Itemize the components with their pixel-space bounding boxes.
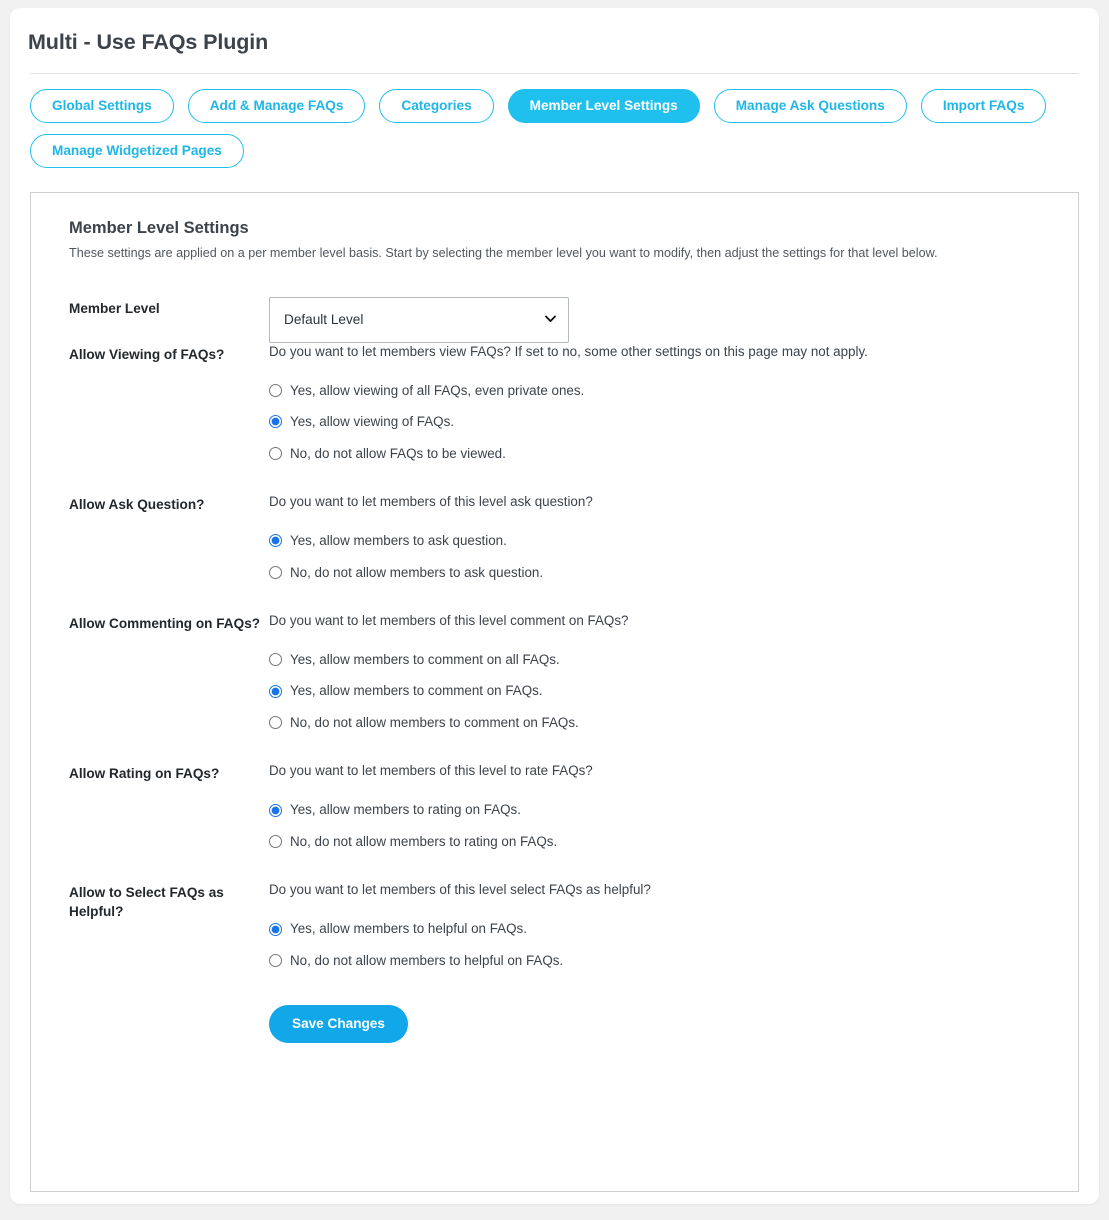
save-row: Save Changes xyxy=(69,1005,1044,1044)
radio-label[interactable]: Yes, allow viewing of FAQs. xyxy=(290,413,454,430)
radio-label[interactable]: Yes, allow viewing of all FAQs, even pri… xyxy=(290,382,584,399)
radio-option[interactable]: Yes, allow members to comment on FAQs. xyxy=(269,682,1044,699)
setting-row: Allow to Select FAQs as Helpful? Do you w… xyxy=(69,881,1044,969)
radio-option[interactable]: Yes, allow members to rating on FAQs. xyxy=(269,801,1044,818)
save-button[interactable]: Save Changes xyxy=(269,1005,408,1044)
radio-input[interactable] xyxy=(269,383,282,397)
tab-manage-ask-questions[interactable]: Manage Ask Questions xyxy=(713,89,907,123)
radio-group: Yes, allow members to helpful on FAQs. No… xyxy=(269,920,1044,969)
tab-import-faqs[interactable]: Import FAQs xyxy=(920,89,1047,123)
radio-label[interactable]: Yes, allow members to comment on all FAQ… xyxy=(290,651,560,668)
radio-label[interactable]: Yes, allow members to comment on FAQs. xyxy=(290,682,543,699)
member-level-label: Member Level xyxy=(69,300,160,316)
page-root: Multi - Use FAQs Plugin Global Settings A… xyxy=(0,0,1109,1220)
radio-label[interactable]: Yes, allow members to helpful on FAQs. xyxy=(290,920,527,937)
radio-label[interactable]: No, do not allow members to rating on FA… xyxy=(290,833,557,850)
radio-input[interactable] xyxy=(269,653,282,667)
panel-heading: Member Level Settings xyxy=(69,219,249,237)
radio-option[interactable]: No, do not allow FAQs to be viewed. xyxy=(269,445,1044,462)
setting-row: Allow Viewing of FAQs? Do you want to let… xyxy=(69,343,1044,462)
setting-body: Do you want to let members of this level… xyxy=(269,493,1044,581)
setting-row: Allow Commenting on FAQs? Do you want to … xyxy=(69,612,1044,731)
member-level-form: Member Level Default Level Allow Viewing… xyxy=(69,296,1044,1044)
radio-label[interactable]: No, do not allow FAQs to be viewed. xyxy=(290,445,506,462)
tab-add-manage-faqs[interactable]: Add & Manage FAQs xyxy=(187,89,366,123)
member-level-field: Default Level xyxy=(269,296,1044,343)
radio-input[interactable] xyxy=(269,415,282,429)
radio-input[interactable] xyxy=(269,835,282,848)
setting-description: Do you want to let members of this level… xyxy=(269,763,593,779)
radio-label[interactable]: No, do not allow members to comment on F… xyxy=(290,714,579,731)
tab-categories[interactable]: Categories xyxy=(379,89,494,123)
setting-label: Allow Commenting on FAQs? xyxy=(69,615,261,631)
settings-panel: Member Level Settings These settings are… xyxy=(30,192,1079,1192)
radio-group: Yes, allow members to rating on FAQs. No,… xyxy=(269,801,1044,850)
radio-label[interactable]: No, do not allow members to ask question… xyxy=(290,564,543,581)
setting-label: Allow Rating on FAQs? xyxy=(69,766,220,782)
radio-group: Yes, allow viewing of all FAQs, even pri… xyxy=(269,382,1044,462)
radio-option[interactable]: Yes, allow members to ask question. xyxy=(269,532,1044,549)
tab-bar: Global Settings Add & Manage FAQs Categori… xyxy=(10,74,1075,168)
tab-global-settings[interactable]: Global Settings xyxy=(30,89,174,123)
setting-description: Do you want to let members view FAQs? If… xyxy=(269,343,868,359)
member-level-row: Member Level Default Level xyxy=(69,296,1044,343)
setting-description: Do you want to let members of this level… xyxy=(269,882,651,898)
radio-input[interactable] xyxy=(269,716,282,730)
panel-description: These settings are applied on a per memb… xyxy=(69,246,938,260)
radio-group: Yes, allow members to comment on all FAQ… xyxy=(269,651,1044,731)
setting-label: Allow Viewing of FAQs? xyxy=(69,346,225,362)
radio-input[interactable] xyxy=(269,684,282,698)
setting-description: Do you want to let members of this level… xyxy=(269,493,593,509)
radio-input[interactable] xyxy=(269,534,282,548)
setting-row: Allow Rating on FAQs? Do you want to let … xyxy=(69,762,1044,850)
radio-option[interactable]: Yes, allow members to comment on all FAQ… xyxy=(269,651,1044,668)
radio-input[interactable] xyxy=(269,922,282,936)
radio-input[interactable] xyxy=(269,565,282,579)
setting-label: Allow to Select FAQs as Helpful? xyxy=(69,885,224,919)
radio-input[interactable] xyxy=(269,446,282,460)
radio-option[interactable]: No, do not allow members to helpful on F… xyxy=(269,952,1044,969)
setting-description: Do you want to let members of this level… xyxy=(269,612,629,628)
radio-label[interactable]: No, do not allow members to helpful on F… xyxy=(290,952,563,969)
setting-body: Do you want to let members of this level… xyxy=(269,612,1044,731)
setting-body: Do you want to let members of this level… xyxy=(269,762,1044,850)
setting-label: Allow Ask Question? xyxy=(69,496,205,512)
tab-manage-widgetized-pages[interactable]: Manage Widgetized Pages xyxy=(30,134,244,168)
setting-body: Do you want to let members of this level… xyxy=(269,881,1044,969)
radio-option[interactable]: Yes, allow viewing of FAQs. xyxy=(269,413,1044,430)
member-level-select[interactable]: Default Level xyxy=(269,296,569,343)
radio-group: Yes, allow members to ask question. No, d… xyxy=(269,532,1044,581)
radio-option[interactable]: No, do not allow members to rating on FA… xyxy=(269,833,1044,850)
setting-body: Do you want to let members view FAQs? If… xyxy=(269,343,1044,462)
plugin-card: Multi - Use FAQs Plugin Global Settings A… xyxy=(10,8,1099,1204)
radio-option[interactable]: No, do not allow members to comment on F… xyxy=(269,714,1044,731)
radio-input[interactable] xyxy=(269,803,282,817)
radio-label[interactable]: Yes, allow members to ask question. xyxy=(290,532,507,549)
tab-member-level-settings[interactable]: Member Level Settings xyxy=(507,89,700,123)
setting-row: Allow Ask Question? Do you want to let me… xyxy=(69,493,1044,581)
settings-rows: Allow Viewing of FAQs? Do you want to let… xyxy=(69,343,1044,970)
radio-label[interactable]: Yes, allow members to rating on FAQs. xyxy=(290,801,521,818)
radio-option[interactable]: Yes, allow viewing of all FAQs, even pri… xyxy=(269,382,1044,399)
page-title: Multi - Use FAQs Plugin xyxy=(28,30,269,54)
radio-input[interactable] xyxy=(269,953,282,967)
radio-option[interactable]: Yes, allow members to helpful on FAQs. xyxy=(269,920,1044,937)
radio-option[interactable]: No, do not allow members to ask question… xyxy=(269,564,1044,581)
